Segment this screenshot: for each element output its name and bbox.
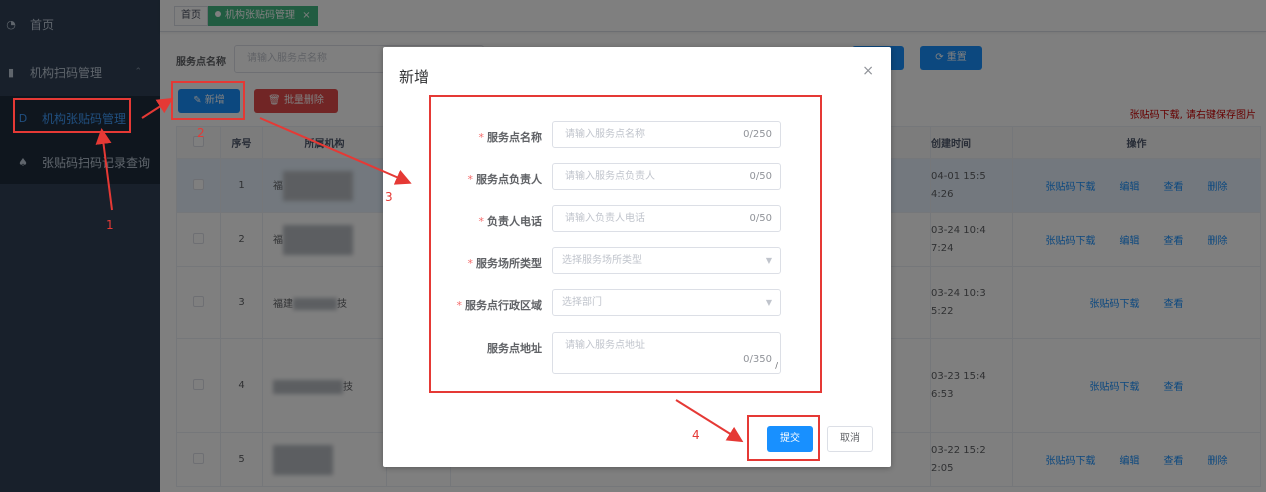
annotation-box-sidebar	[13, 98, 131, 133]
annotation-number-4: 4	[692, 428, 700, 442]
close-icon[interactable]: ×	[862, 63, 874, 79]
annotation-number-2: 2	[197, 126, 205, 140]
annotation-number-1: 1	[106, 218, 114, 232]
dialog-title: 新增	[399, 68, 430, 86]
annotation-box-form	[429, 95, 822, 393]
annotation-number-3: 3	[385, 190, 393, 204]
annotation-box-add	[171, 81, 245, 120]
cancel-button[interactable]: 取消	[827, 426, 873, 452]
annotation-box-submit	[747, 415, 820, 461]
